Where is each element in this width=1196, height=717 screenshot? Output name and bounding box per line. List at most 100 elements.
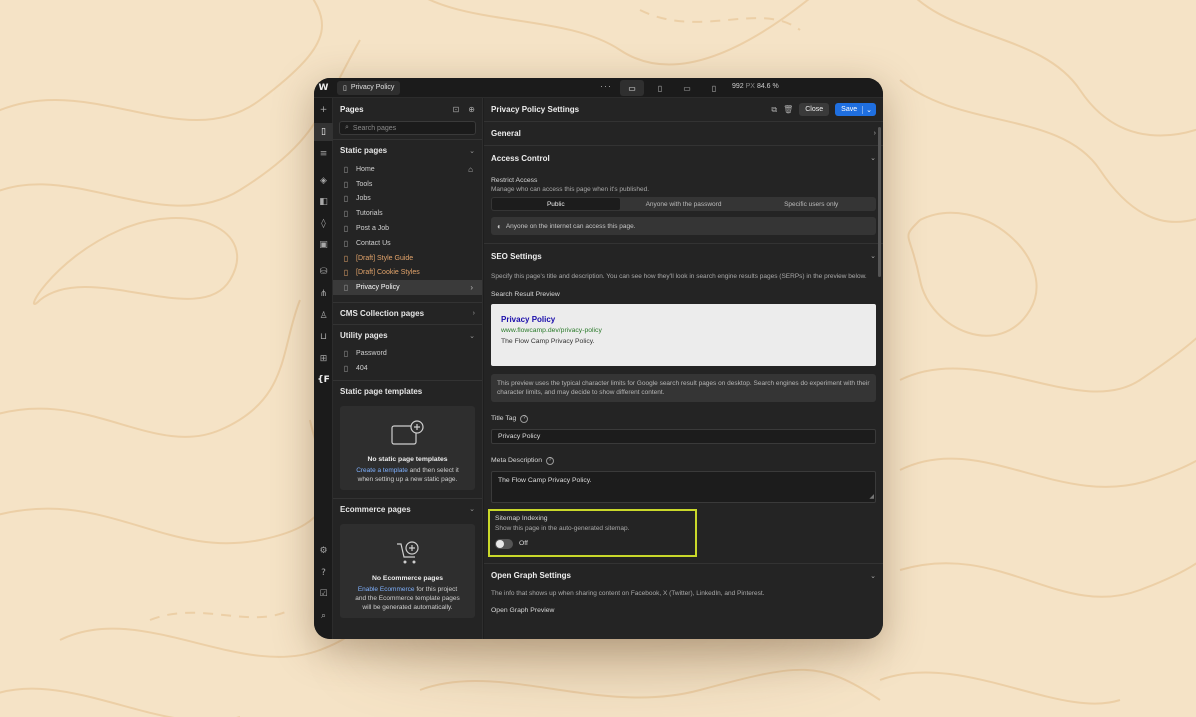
desktop-breakpoint-icon[interactable]: ▭ bbox=[620, 80, 644, 96]
add-icon[interactable]: + bbox=[314, 101, 333, 119]
chevron-down-icon: ⌄ bbox=[870, 155, 876, 162]
save-button[interactable]: Save ⌄ bbox=[835, 103, 876, 116]
sitemap-toggle-state: Off bbox=[519, 540, 528, 547]
users-icon[interactable]: ♙ bbox=[314, 307, 333, 325]
create-template-link[interactable]: Create a template bbox=[356, 467, 408, 474]
seo-description: Specify this page's title and descriptio… bbox=[491, 273, 867, 280]
page-item-cookie-styles[interactable]: ▯ [Draft] Cookie Styles bbox=[333, 266, 482, 281]
webflow-logo[interactable]: W bbox=[314, 78, 333, 98]
chevron-down-icon: ⌄ bbox=[469, 147, 475, 155]
home-icon: ⌂ bbox=[468, 164, 473, 174]
navigator-icon[interactable]: ≡ bbox=[314, 145, 333, 163]
cms-pages-header[interactable]: CMS Collection pages › bbox=[333, 302, 482, 324]
apps-icon[interactable]: ⊞ bbox=[314, 350, 333, 368]
page-item-privacy-policy[interactable]: ▯ Privacy Policy › bbox=[333, 280, 482, 296]
page-icon: ▯ bbox=[343, 283, 349, 293]
preview-note: This preview uses the typical character … bbox=[491, 374, 876, 402]
page-icon: ▯ bbox=[343, 363, 349, 373]
page-item-contact-us[interactable]: ▯ Contact Us bbox=[333, 236, 482, 251]
chevron-down-icon: ⌄ bbox=[870, 253, 876, 260]
title-tag-input[interactable]: Privacy Policy bbox=[491, 429, 876, 444]
cms-icon[interactable]: ⛁ bbox=[314, 263, 333, 281]
help-icon[interactable]: ? bbox=[314, 564, 333, 582]
settings-scrollbar[interactable] bbox=[878, 127, 881, 277]
settings-header: Privacy Policy Settings ⧉ 🗑 Close Save ⌄ bbox=[484, 98, 883, 122]
help-icon[interactable]: ? bbox=[546, 456, 554, 465]
search-placeholder: Search pages bbox=[352, 124, 397, 132]
restrict-access-desc: Manage who can access this page when it'… bbox=[491, 186, 650, 193]
static-pages-header[interactable]: Static pages ⌄ bbox=[333, 139, 482, 161]
search-pages-input[interactable]: ⌕ Search pages bbox=[339, 121, 476, 135]
page-item-style-guide[interactable]: ▯ [Draft] Style Guide bbox=[333, 251, 482, 266]
page-item-jobs[interactable]: ▯ Jobs bbox=[333, 192, 482, 207]
ecommerce-pages-header[interactable]: Ecommerce pages ⌄ bbox=[333, 497, 482, 520]
access-option-specific-users[interactable]: Specific users only bbox=[747, 198, 875, 210]
code-icon[interactable]: {F bbox=[314, 371, 333, 389]
access-control-header[interactable]: Access Control ⌄ bbox=[484, 146, 883, 170]
more-icon[interactable]: ··· bbox=[600, 81, 612, 91]
chevron-down-icon: ⌄ bbox=[469, 506, 475, 514]
sitemap-toggle[interactable] bbox=[495, 539, 513, 549]
ecommerce-icon[interactable]: ⊔ bbox=[314, 328, 333, 346]
ecommerce-empty-text-2: and the Ecommerce template pages bbox=[355, 594, 460, 602]
mobile-breakpoint-icon[interactable]: ▯ bbox=[702, 80, 726, 96]
page-icon: ▯ bbox=[343, 194, 349, 204]
templates-empty-state: No static page templates Create a templa… bbox=[340, 405, 475, 490]
page-item-password[interactable]: ▯ Password bbox=[333, 346, 482, 361]
templates-header[interactable]: Static page templates bbox=[333, 379, 482, 402]
top-bar: W ▯ Privacy Policy ··· ▭ ▯ ▭ ▯ 992 PX 84… bbox=[314, 78, 883, 98]
meta-description-label: Meta Description? bbox=[491, 456, 876, 465]
page-item-post-a-job[interactable]: ▯ Post a Job bbox=[333, 221, 482, 236]
left-toolbar: + ▯ ≡ ◈ ◧ ◊ ▣ ⛁ ⋔ ♙ ⊔ ⊞ {F ⚙ ? ☑ ⌕ bbox=[314, 98, 333, 639]
preview-description: The Flow Camp Privacy Policy. bbox=[501, 338, 595, 345]
pages-panel-header: Pages ⊡ ⊕ bbox=[333, 98, 482, 120]
search-preview-label: Search Result Preview bbox=[491, 291, 560, 298]
new-folder-icon[interactable]: ⊡ bbox=[453, 105, 460, 114]
ecommerce-empty-title: No Ecommerce pages bbox=[371, 574, 444, 582]
chevron-down-icon: ⌄ bbox=[469, 332, 475, 340]
access-option-public[interactable]: Public bbox=[492, 198, 620, 210]
current-page-name: Privacy Policy bbox=[350, 84, 395, 91]
access-segmented-control: Public Anyone with the password Specific… bbox=[491, 197, 876, 211]
help-icon[interactable]: ? bbox=[520, 414, 529, 423]
enable-ecommerce-link[interactable]: Enable Ecommerce bbox=[358, 586, 415, 593]
page-item-home[interactable]: ▯ Home ⌂ bbox=[333, 162, 482, 177]
current-page-selector[interactable]: ▯ Privacy Policy bbox=[337, 80, 401, 95]
new-page-icon[interactable]: ⊕ bbox=[468, 105, 475, 114]
page-icon: ▯ bbox=[343, 179, 349, 189]
audit-icon[interactable]: ☑ bbox=[314, 585, 333, 603]
close-button[interactable]: Close bbox=[799, 103, 830, 116]
access-control-body: Restrict Access Manage who can access th… bbox=[484, 170, 883, 244]
chevron-right-icon: › bbox=[470, 283, 473, 293]
templates-empty-text-2: when setting up a new static page. bbox=[357, 475, 458, 483]
general-section-header[interactable]: General › bbox=[484, 122, 883, 146]
search-icon[interactable]: ⌕ bbox=[314, 607, 333, 625]
settings-title: Privacy Policy Settings bbox=[491, 105, 580, 114]
preview-url: www.flowcamp.dev/privacy-policy bbox=[501, 327, 602, 334]
logic-icon[interactable]: ⋔ bbox=[314, 285, 333, 303]
duplicate-icon[interactable]: ⧉ bbox=[771, 105, 777, 115]
components-icon[interactable]: ◈ bbox=[314, 172, 333, 190]
page-item-tutorials[interactable]: ▯ Tutorials bbox=[333, 206, 482, 221]
variables-icon[interactable]: ◧ bbox=[314, 193, 333, 211]
preview-title: Privacy Policy bbox=[501, 315, 556, 324]
seo-settings-header[interactable]: SEO Settings ⌄ bbox=[484, 244, 883, 268]
access-option-password[interactable]: Anyone with the password bbox=[620, 198, 748, 210]
pages-icon[interactable]: ▯ bbox=[314, 123, 333, 141]
resize-grip-icon[interactable]: ◢ bbox=[869, 493, 874, 502]
assets-icon[interactable]: ▣ bbox=[314, 236, 333, 254]
utility-pages-header[interactable]: Utility pages ⌄ bbox=[333, 324, 482, 346]
trash-icon[interactable]: 🗑 bbox=[783, 105, 793, 114]
meta-description-input[interactable]: The Flow Camp Privacy Policy. ◢ bbox=[491, 471, 876, 503]
seo-settings-body: Specify this page's title and descriptio… bbox=[484, 268, 883, 563]
open-graph-header[interactable]: Open Graph Settings ⌄ bbox=[484, 563, 883, 587]
chevron-right-icon: › bbox=[873, 130, 876, 137]
styles-icon[interactable]: ◊ bbox=[314, 215, 333, 233]
tablet-breakpoint-icon[interactable]: ▯ bbox=[648, 80, 672, 96]
page-item-tools[interactable]: ▯ Tools bbox=[333, 177, 482, 192]
page-item-404[interactable]: ▯ 404 bbox=[333, 361, 482, 376]
title-tag-label: Title Tag? bbox=[491, 414, 876, 423]
landscape-breakpoint-icon[interactable]: ▭ bbox=[675, 80, 699, 96]
draft-page-icon: ▯ bbox=[343, 268, 349, 278]
settings-icon[interactable]: ⚙ bbox=[314, 542, 333, 560]
